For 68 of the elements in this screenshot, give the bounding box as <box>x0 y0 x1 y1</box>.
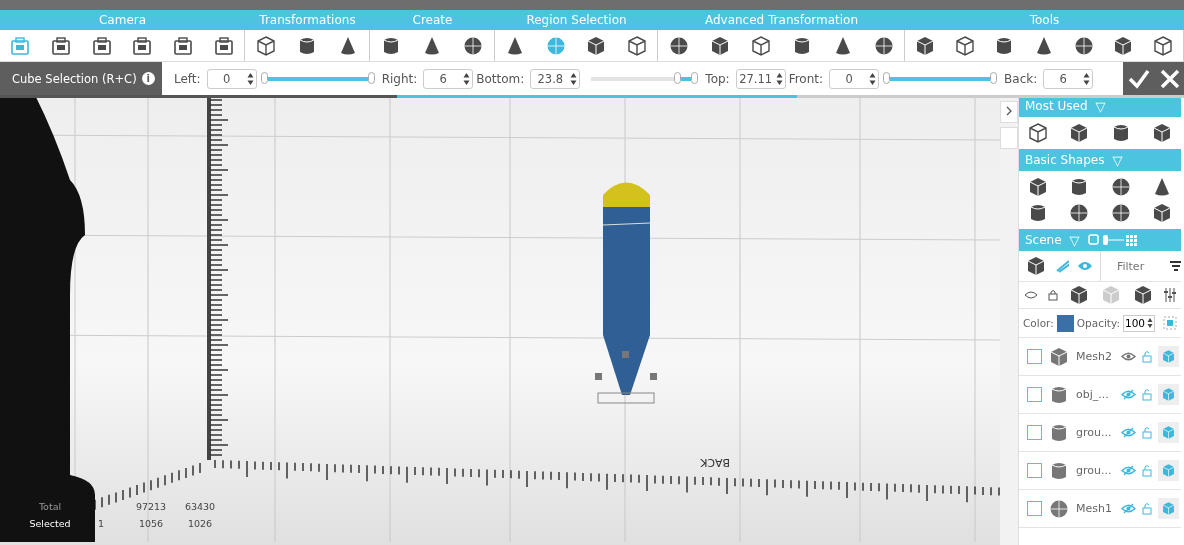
checkbox[interactable] <box>1027 501 1042 516</box>
number-field[interactable]: 0 <box>206 68 257 89</box>
field-label: Bottom: <box>476 71 525 86</box>
info-icon[interactable]: i <box>141 72 155 85</box>
sphere-icon[interactable] <box>1068 202 1091 224</box>
checkbox[interactable] <box>1027 463 1042 478</box>
field-label: Left: <box>174 71 201 86</box>
field-label: Right: <box>381 71 418 86</box>
slider-handle[interactable] <box>691 71 699 84</box>
stat-value: 97213 <box>134 501 168 512</box>
dark-object-drawing[interactable] <box>0 95 95 542</box>
number-field[interactable]: 100 <box>1122 314 1155 332</box>
number-field[interactable]: 27.11 <box>735 68 786 89</box>
cube-icon[interactable] <box>1132 284 1154 306</box>
lock-icon[interactable] <box>1048 289 1058 301</box>
eye-icon[interactable] <box>1024 290 1038 300</box>
ribbon-group-label: Create <box>370 10 495 30</box>
number-field[interactable]: 0 <box>829 68 880 89</box>
ribbon-group-label: Transformations <box>245 10 370 30</box>
section-title: Basic Shapes <box>1025 153 1105 167</box>
stat-label: Total <box>37 501 63 512</box>
cube-icon[interactable] <box>1068 284 1090 306</box>
cube-thumbnail <box>1048 345 1070 368</box>
rocket-drawing[interactable] <box>595 182 657 404</box>
object-name[interactable]: grou... <box>1076 426 1116 439</box>
section-title: Most Used <box>1025 99 1088 113</box>
tool-title: Cube Selection (R+C) <box>12 71 137 86</box>
close-icon[interactable] <box>1159 68 1180 89</box>
stat-value: 1 <box>96 518 105 529</box>
checkbox[interactable] <box>1027 349 1042 364</box>
floor-label: BACK <box>700 456 730 469</box>
ribbon-group-label: Tools <box>905 10 1184 30</box>
ribbon-group-label: Advanced Transformation <box>658 10 905 30</box>
object-name[interactable]: Mesh2 <box>1076 350 1116 363</box>
opacity-label: Opacity: <box>1076 317 1120 329</box>
checkbox[interactable] <box>1027 425 1042 440</box>
color-label: Color: <box>1023 317 1054 329</box>
number-field[interactable]: 6 <box>423 68 474 89</box>
slider-handle[interactable] <box>260 71 268 84</box>
cubes-icon[interactable] <box>1025 255 1047 277</box>
stat-value: 1056 <box>137 518 165 529</box>
slider-handle[interactable] <box>990 71 998 84</box>
object-name[interactable]: grou... <box>1076 464 1116 477</box>
slider-handle[interactable] <box>674 71 682 84</box>
checkbox-icon[interactable] <box>1163 316 1177 330</box>
slider-handle[interactable] <box>883 71 891 84</box>
number-field[interactable]: 6 <box>1043 68 1094 89</box>
field-label: Top: <box>705 71 730 86</box>
object-name[interactable]: Mesh1 <box>1076 502 1116 515</box>
confirm-icon[interactable] <box>1127 67 1152 90</box>
field-label: Back: <box>1004 71 1038 86</box>
field-label: Front: <box>788 71 824 86</box>
checkbox[interactable] <box>1027 387 1042 402</box>
number-field[interactable]: 23.8 <box>530 68 581 89</box>
sort-icon[interactable] <box>1168 260 1181 272</box>
stat-value: 63430 <box>183 501 217 512</box>
stat-value: 1026 <box>186 518 214 529</box>
slider-handle[interactable] <box>367 71 375 84</box>
color-swatch[interactable] <box>1056 314 1074 332</box>
object-name[interactable]: obj_... <box>1076 388 1116 401</box>
sliders-icon[interactable] <box>1164 288 1176 302</box>
section-title: Scene <box>1025 233 1062 247</box>
ribbon-group-label: Camera <box>0 10 245 30</box>
chevron-icon <box>1005 106 1013 116</box>
stat-label: Selected <box>28 518 72 529</box>
eye-icon[interactable] <box>1121 351 1137 362</box>
ribbon-group-label: Region Selection <box>495 10 658 30</box>
outline-icon[interactable] <box>1026 122 1049 144</box>
